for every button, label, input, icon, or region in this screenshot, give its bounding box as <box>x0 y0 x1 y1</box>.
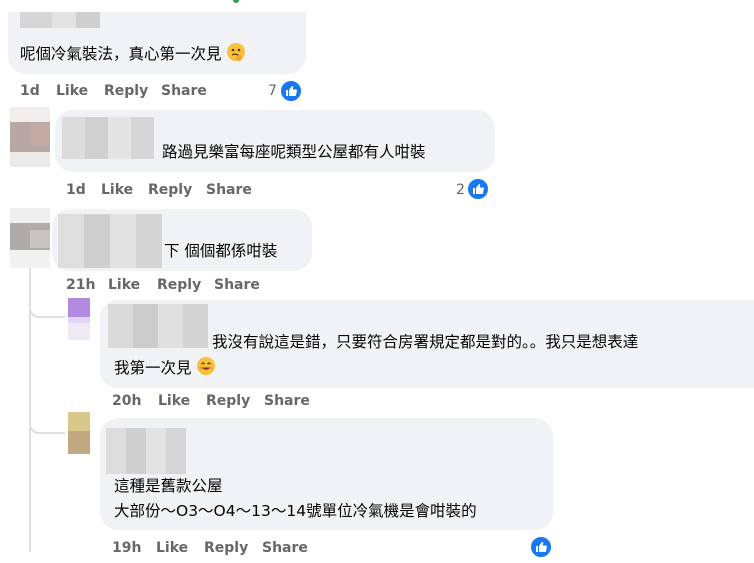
reaction-count[interactable]: 7 <box>268 83 277 99</box>
share-button[interactable]: Share <box>161 83 207 99</box>
comment-text: 下 個個都係咁裝 <box>164 242 278 260</box>
timestamp[interactable]: 19h <box>112 540 141 556</box>
like-reaction-icon[interactable] <box>279 79 303 103</box>
like-reaction-icon[interactable] <box>466 177 490 201</box>
like-button[interactable]: Like <box>101 182 133 198</box>
reaction-count[interactable]: 2 <box>456 182 465 198</box>
like-reaction-icon[interactable] <box>529 535 553 559</box>
reply-button[interactable]: Reply <box>204 540 248 556</box>
blurred-author-name <box>108 304 208 348</box>
thread-branch <box>29 418 65 434</box>
like-button[interactable]: Like <box>156 540 188 556</box>
comment-text: 呢個冷氣裝法，真心第一次見 <box>20 42 246 69</box>
comment-actions: 21h Like Reply Share <box>66 277 366 295</box>
online-indicator <box>233 0 239 3</box>
blurred-author-name <box>106 428 186 474</box>
blurred-author-name <box>58 214 162 268</box>
reply-button[interactable]: Reply <box>104 83 148 99</box>
comment-text-line: 我沒有說這是錯，只要符合房署規定都是對的。。我只是想表達 <box>212 333 639 351</box>
timestamp[interactable]: 21h <box>66 277 95 293</box>
timestamp[interactable]: 20h <box>112 393 141 409</box>
blurred-author-name <box>62 117 154 159</box>
avatar-pixels <box>30 230 50 248</box>
share-button[interactable]: Share <box>262 540 308 556</box>
share-button[interactable]: Share <box>206 182 252 198</box>
reply-button[interactable]: Reply <box>148 182 192 198</box>
like-button[interactable]: Like <box>158 393 190 409</box>
comment-actions: 20h Like Reply Share <box>112 393 412 411</box>
avatar[interactable] <box>68 412 90 454</box>
comment-text-line: 我第一次見 <box>114 356 216 383</box>
like-button[interactable]: Like <box>108 277 140 293</box>
avatar[interactable] <box>68 298 90 340</box>
share-button[interactable]: Share <box>214 277 260 293</box>
thinking-face-icon <box>226 42 246 69</box>
comment-text-line: 這種是舊款公屋 <box>114 477 223 495</box>
reply-button[interactable]: Reply <box>157 277 201 293</box>
thread-line <box>29 256 31 552</box>
comment-text-line: 大部份～O3～O4～13～14號單位冷氣機是會咁裝的 <box>114 502 477 520</box>
timestamp[interactable]: 1d <box>66 182 86 198</box>
smiling-face-icon <box>196 356 216 383</box>
comment-text: 路過見樂富每座呢類型公屋都有人咁裝 <box>162 143 426 161</box>
avatar-pixels <box>30 124 50 146</box>
share-button[interactable]: Share <box>264 393 310 409</box>
comment-actions: 19h Like Reply Share <box>112 540 412 558</box>
comment-actions: 1d Like Reply Share <box>66 182 366 200</box>
thread-branch <box>29 302 65 318</box>
blurred-author-name <box>20 12 100 28</box>
timestamp[interactable]: 1d <box>20 83 40 99</box>
like-button[interactable]: Like <box>56 83 88 99</box>
reply-button[interactable]: Reply <box>206 393 250 409</box>
